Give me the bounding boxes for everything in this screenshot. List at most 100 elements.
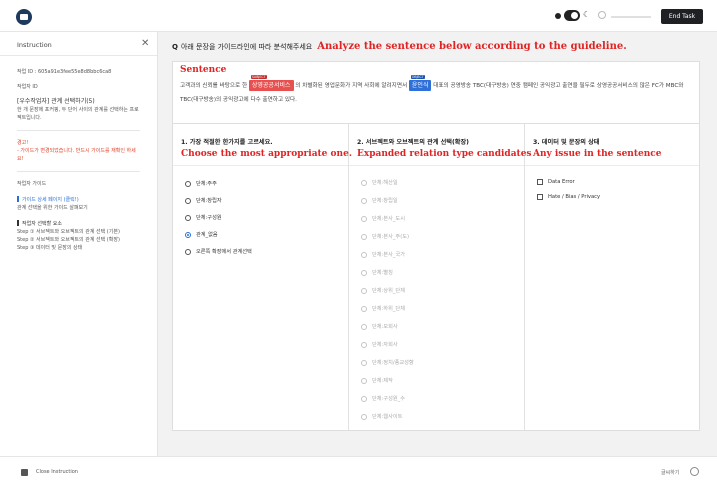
subject-tag: SUBJECT [250,75,267,79]
panel-subheading: Any issue in the sentence [533,149,662,159]
radio-button[interactable] [361,197,367,204]
expanded-option[interactable]: 단체:본사_국가 [361,251,405,258]
divider [349,165,524,166]
light-mode-icon[interactable] [555,13,561,19]
basic-relation-panel: 1. 가장 적절한 한가지를 고르세요. Choose the most app… [173,124,352,430]
relation-option[interactable]: 단체:주주 [185,180,217,187]
subject-text: 상영공공서비스 [251,82,291,89]
option-label: 단체:자회사 [372,342,398,348]
radio-button[interactable] [361,251,367,258]
sentence-status-panel: 3. 데이터 및 문장의 상태 Any issue in the sentenc… [525,124,699,430]
radio-button[interactable] [361,179,367,186]
checkbox-label: Data Error [548,179,575,185]
sentence-text: 고객과의 신뢰를 바탕으로 한 SUBJECT 상영공공서비스 의 차별화된 영업… [180,75,695,107]
guide-section-title: 작업자 가이드 [17,181,47,187]
guide-link-label[interactable]: 가이드 상세 페이지 (클릭!) [22,197,79,203]
sidebar-title: Instruction [17,41,52,49]
option-label: 단체:창립자 [196,198,222,204]
question-mark: Q [172,43,178,51]
help-icon[interactable] [690,467,699,476]
close-instruction-button[interactable]: Close Instruction [36,469,78,475]
panel-toggle-icon[interactable] [21,469,28,476]
relation-option[interactable]: 관계_없음 [185,231,218,238]
option-label: 단체:모회사 [372,324,398,330]
top-bar: ☾ End Task [0,0,717,32]
option-label: 단체:제작 [372,378,393,384]
divider [173,165,348,166]
step-item: Step ② 서브젝트와 오브젝트의 관계 선택 (확장) [17,237,120,243]
issue-checkbox-option[interactable]: Hate / Bias / Privacy [537,194,600,200]
radio-button[interactable] [361,323,367,330]
close-icon[interactable]: ✕ [141,38,149,49]
option-label: 단체:구성원 [196,215,222,221]
theme-toggle[interactable] [564,10,580,21]
warning-title: 경고! [17,140,29,146]
expanded-option[interactable]: 단체:해산일 [361,179,398,186]
radio-button[interactable] [361,269,367,276]
relation-option[interactable]: 단체:창립자 [185,197,222,204]
option-label: 단체:상위_단체 [372,288,405,294]
radio-button-selected[interactable] [185,231,191,238]
warning-text: - 가이드가 변경되었습니다. 반드시 가이드를 재확인 하세요! [17,148,136,162]
divider [17,130,140,131]
expanded-option[interactable]: 단체:본사_도시 [361,215,405,222]
sidebar-body: 작업 ID : 605a91e3fee55e8d8bbc6ca8 작업자 ID … [0,56,157,252]
option-label: 단체:본사_도시 [372,216,405,222]
guide-detail-link[interactable]: 가이드 상세 페이지 (클릭!) [17,196,140,204]
radio-button[interactable] [185,214,191,221]
radio-button[interactable] [361,287,367,294]
panel-subheading: Expanded relation type candidates [357,149,532,159]
bullet-bar [17,220,19,226]
bottom-bar: Close Instruction 글씨하기 [0,456,717,490]
radio-button[interactable] [361,395,367,402]
radio-button[interactable] [361,359,367,366]
relation-option[interactable]: 오른쪽 확장에서 관계선택 [185,248,252,255]
steps-title: 작업자 선택할 요소 [17,220,140,228]
option-label: 단체:본사_주(도) [372,234,410,240]
panel-heading: 1. 가장 적절한 한가지를 고르세요. [181,139,273,146]
radio-button[interactable] [361,413,367,420]
relation-option[interactable]: 단체:구성원 [185,214,222,221]
radio-button[interactable] [185,180,191,187]
radio-button[interactable] [361,233,367,240]
option-label: 단체:본사_국가 [372,252,405,258]
radio-button[interactable] [185,248,191,255]
sentence-part: 의 차별화된 영업문화가 지역 사회에 알려지면서 [295,83,408,89]
radio-button[interactable] [185,197,191,204]
bottom-right-label[interactable]: 글씨하기 [661,469,679,476]
question-english: Analyze the sentence below according to … [317,41,627,52]
expanded-option[interactable]: 단체:모회사 [361,323,398,330]
expanded-option[interactable]: 단체:구성원_수 [361,395,405,402]
expanded-option[interactable]: 단체:제작 [361,377,393,384]
object-entity[interactable]: OBJECT 윤인식 [408,75,432,91]
expanded-option[interactable]: 단체:하위_단체 [361,305,405,312]
dark-mode-icon[interactable]: ☾ [583,10,590,19]
option-label: 단체:창립일 [372,198,398,204]
radio-button[interactable] [361,215,367,222]
option-label: 오른쪽 확장에서 관계선택 [196,249,252,255]
expanded-option[interactable]: 단체:별칭 [361,269,393,276]
radio-button[interactable] [361,341,367,348]
expanded-option[interactable]: 단체:정치/종교성향 [361,359,414,366]
expanded-option[interactable]: 단체:자회사 [361,341,398,348]
sentence-part: 고객과의 신뢰를 바탕으로 한 [180,83,248,89]
expanded-option[interactable]: 단체:상위_단체 [361,287,405,294]
issue-checkbox-option[interactable]: Data Error [537,179,575,185]
subject-entity[interactable]: SUBJECT 상영공공서비스 [248,75,294,91]
expanded-option[interactable]: 단체:창립일 [361,197,398,204]
guide-link-subtitle: 관계 선택을 위한 가이드 살펴보기 [17,205,88,211]
expanded-option[interactable]: 단체:웹사이트 [361,413,402,420]
expanded-relation-panel: 2. 서브젝트와 오브젝트의 관계 선택(확장) Expanded relati… [349,124,532,430]
radio-button[interactable] [361,305,367,312]
option-label: 단체:정치/종교성향 [372,360,414,366]
end-task-button[interactable]: End Task [661,9,703,24]
expanded-option[interactable]: 단체:본사_주(도) [361,233,409,240]
step-item: Step ③ 데이터 및 문장의 상태 [17,245,83,251]
task-progress-bar [611,16,651,18]
option-label: 단체:별칭 [372,270,393,276]
checkbox[interactable] [537,179,543,185]
radio-button[interactable] [361,377,367,384]
checkbox[interactable] [537,194,543,200]
worker-id-label: 작업자 ID [17,84,38,90]
checkbox-label: Hate / Bias / Privacy [548,194,601,200]
